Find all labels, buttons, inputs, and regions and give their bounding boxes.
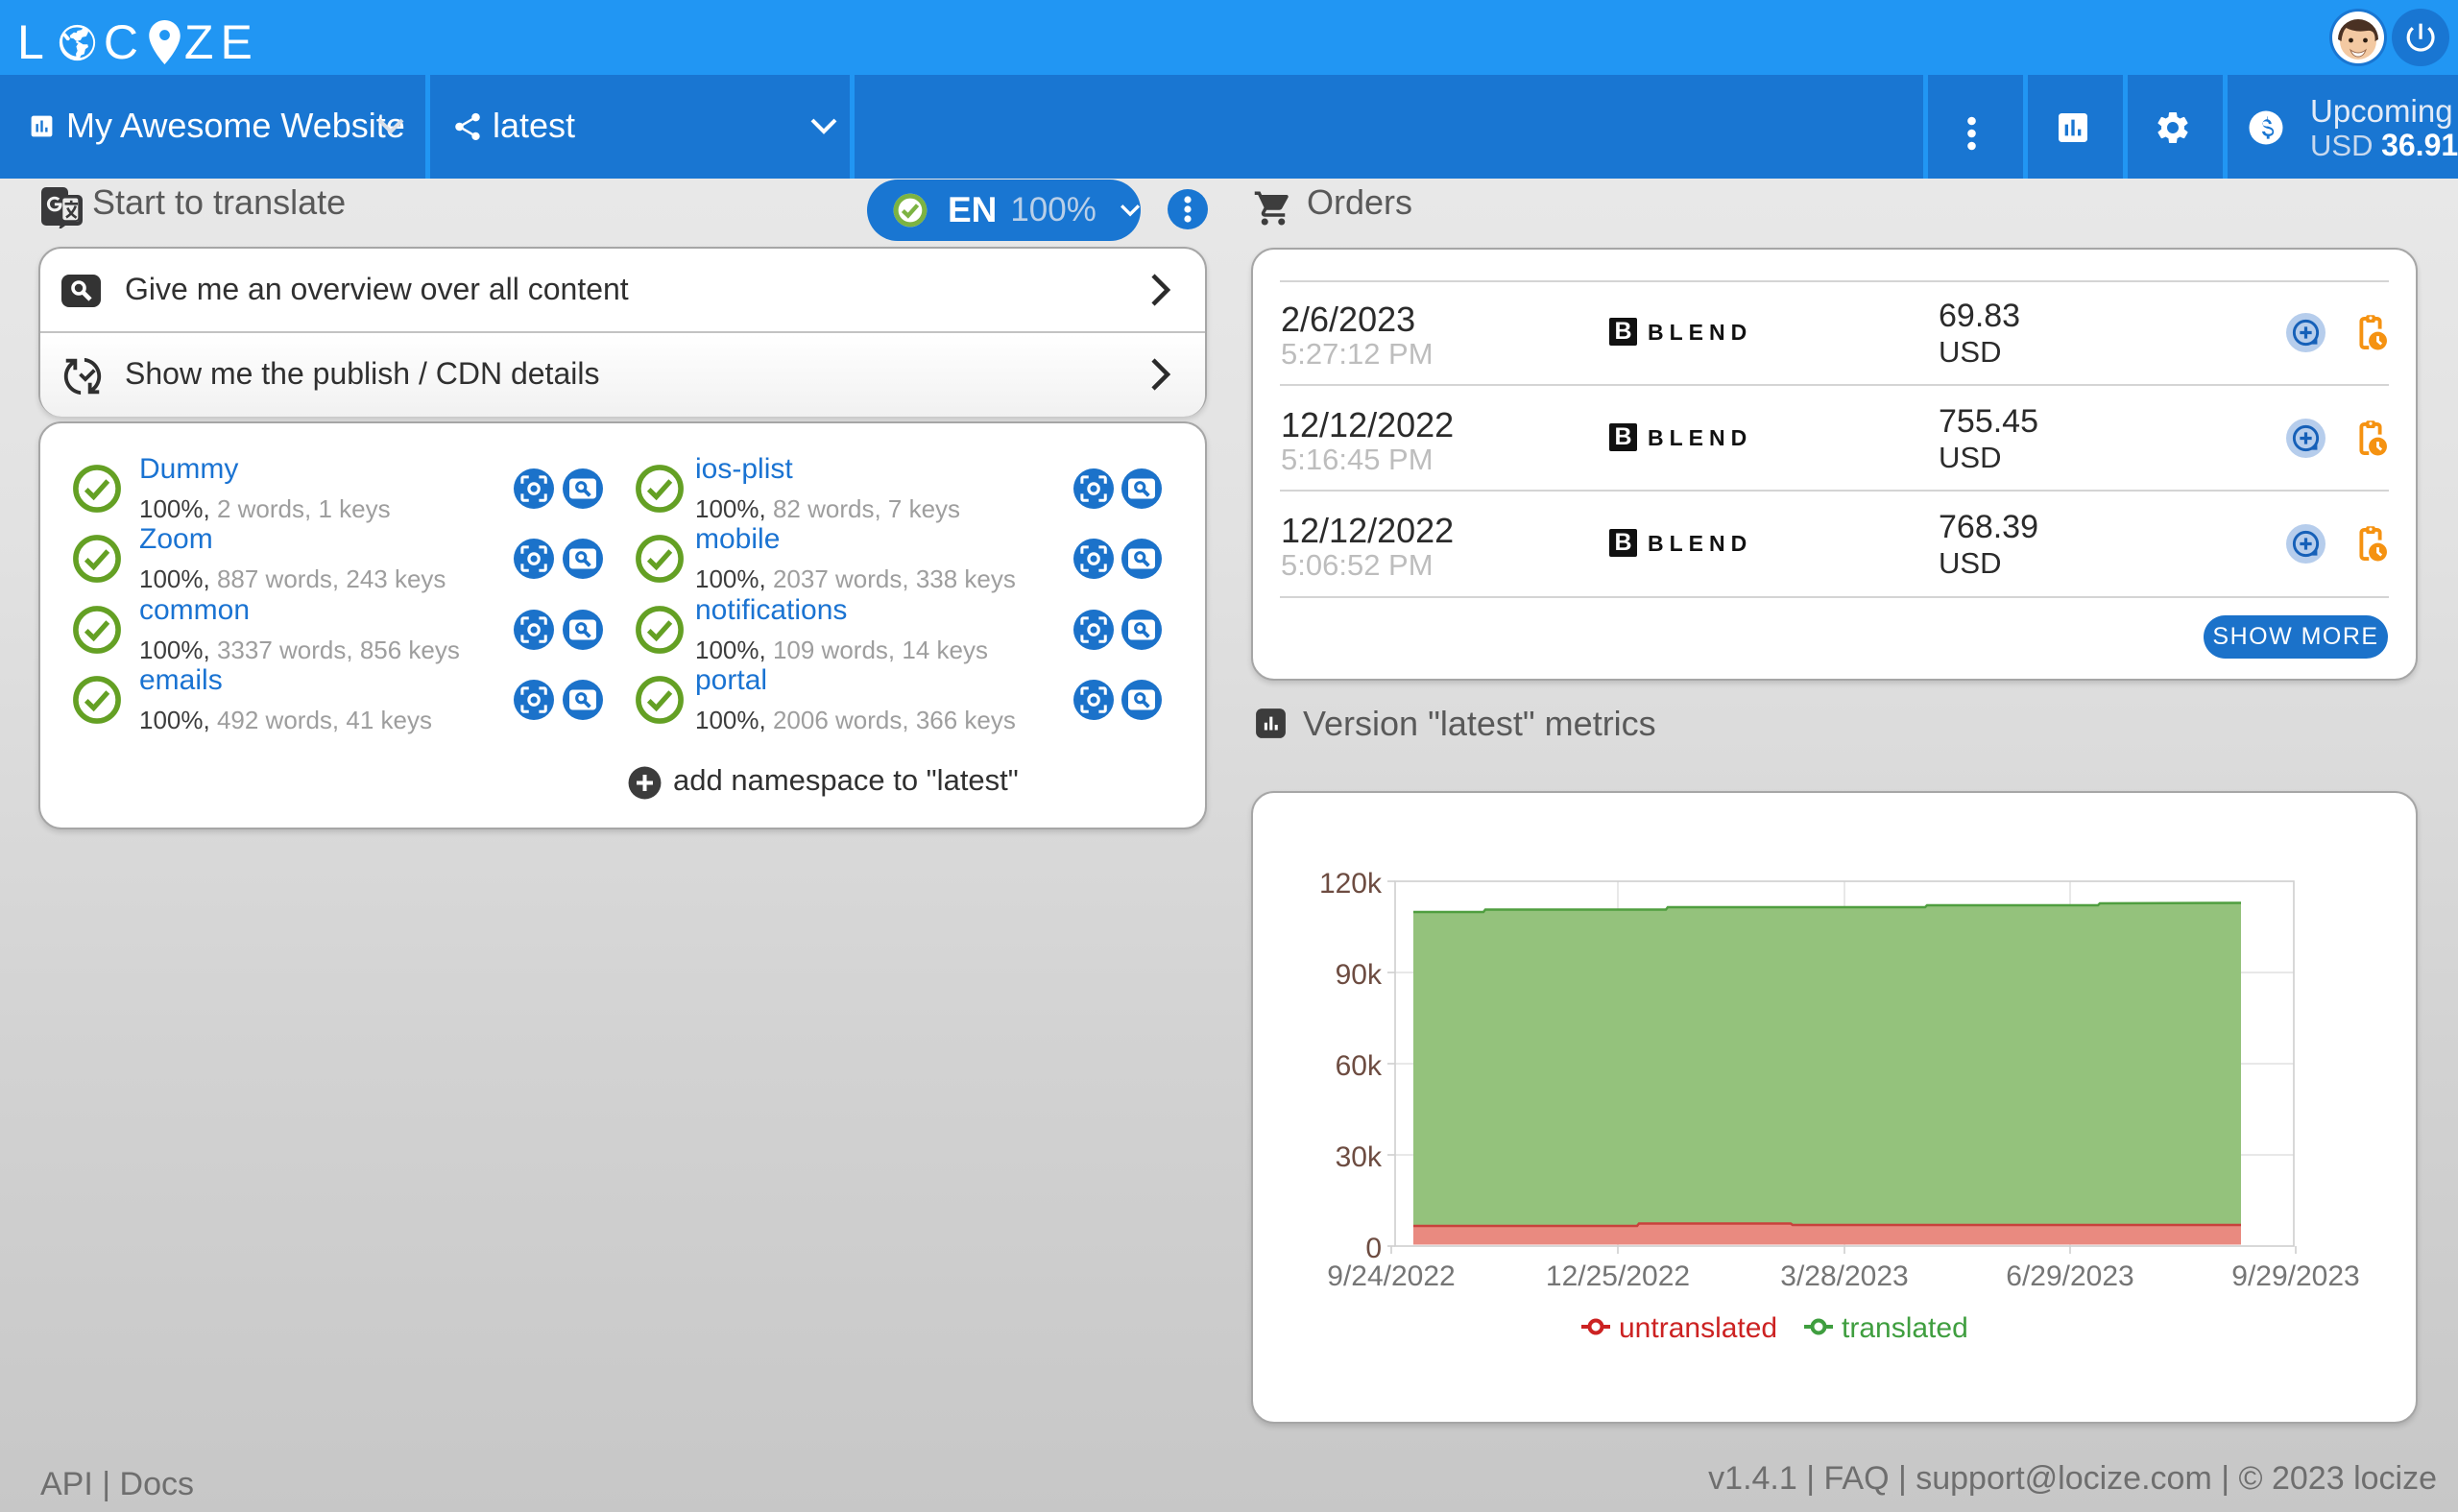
svg-text:12/25/2022: 12/25/2022 [1546, 1260, 1690, 1292]
svg-text:90k: 90k [1336, 959, 1383, 991]
svg-text:translated: translated [1842, 1312, 1968, 1344]
svg-text:120k: 120k [1319, 868, 1383, 900]
svg-text:6/29/2023: 6/29/2023 [2006, 1260, 2133, 1292]
svg-text:60k: 60k [1336, 1050, 1383, 1082]
svg-text:30k: 30k [1336, 1141, 1383, 1173]
svg-text:9/24/2022: 9/24/2022 [1327, 1260, 1455, 1292]
svg-text:untranslated: untranslated [1619, 1312, 1777, 1344]
svg-text:9/29/2023: 9/29/2023 [2231, 1260, 2359, 1292]
svg-text:3/28/2023: 3/28/2023 [1780, 1260, 1908, 1292]
